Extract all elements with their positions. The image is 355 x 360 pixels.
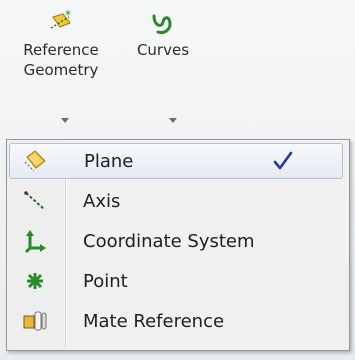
menu-item-axis[interactable]: Axis xyxy=(9,183,343,219)
menu-item-mate-reference[interactable]: Mate Reference xyxy=(9,303,343,339)
reference-geometry-icon: * xyxy=(10,6,112,40)
menu-item-label: Mate Reference xyxy=(83,310,225,332)
reference-geometry-button[interactable]: * Reference Geometry xyxy=(10,6,112,80)
menu-item-point[interactable]: Point xyxy=(9,263,343,299)
menu-item-plane[interactable]: Plane xyxy=(9,143,343,179)
menu-item-label: Coordinate System xyxy=(83,230,255,252)
mate-reference-icon xyxy=(9,305,61,337)
reference-geometry-label-line2: Geometry xyxy=(23,61,99,79)
curves-button[interactable]: Curves xyxy=(120,6,206,60)
menu-item-label: Axis xyxy=(83,190,121,212)
curves-icon xyxy=(120,6,206,40)
curves-dropdown-arrow[interactable] xyxy=(169,118,177,123)
menu-item-coordinate-system[interactable]: Coordinate System xyxy=(9,223,343,259)
point-icon xyxy=(9,265,61,297)
command-manager-ribbon: * Reference Geometry Curves xyxy=(0,0,355,130)
reference-geometry-menu: Plane Axis Coordinate System Point Mate … xyxy=(6,139,350,351)
plane-icon xyxy=(10,145,62,177)
menu-item-label: Point xyxy=(83,270,128,292)
axis-icon xyxy=(9,185,61,217)
svg-text:*: * xyxy=(65,8,71,22)
curves-label: Curves xyxy=(136,41,190,59)
coordinate-system-icon xyxy=(9,225,61,257)
menu-item-label: Plane xyxy=(84,150,134,172)
checkmark-icon xyxy=(272,150,294,177)
reference-geometry-dropdown-arrow[interactable] xyxy=(61,118,69,123)
reference-geometry-label-line1: Reference xyxy=(23,41,99,59)
